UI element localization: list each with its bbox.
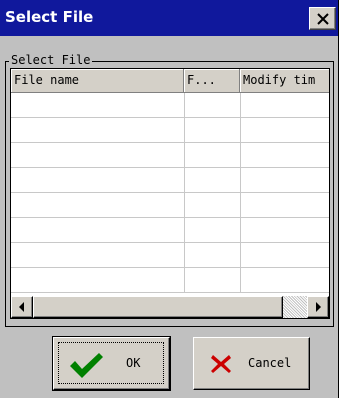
ok-button[interactable]: OK — [52, 336, 171, 391]
title-bar: Select File — [0, 0, 338, 36]
list-row[interactable] — [11, 143, 329, 168]
column-header-file-name[interactable]: File name — [11, 69, 184, 92]
arrow-left-icon — [19, 302, 24, 312]
close-icon — [317, 13, 329, 25]
group-label: Select File — [9, 53, 93, 67]
horizontal-scrollbar[interactable] — [11, 296, 329, 318]
list-header: File name F... Modify tim — [11, 69, 329, 93]
list-row[interactable] — [11, 268, 329, 293]
list-row[interactable] — [11, 168, 329, 193]
dialog-title: Select File — [5, 8, 94, 26]
ok-label: OK — [126, 356, 141, 370]
list-row[interactable] — [11, 218, 329, 243]
scroll-track[interactable] — [283, 296, 307, 318]
column-header-format[interactable]: F... — [184, 69, 240, 92]
arrow-right-icon — [316, 302, 321, 312]
column-divider — [184, 93, 185, 293]
checkmark-icon — [70, 353, 103, 378]
list-row[interactable] — [11, 118, 329, 143]
list-rows — [11, 93, 329, 293]
red-x-icon — [211, 355, 231, 373]
cancel-label: Cancel — [248, 356, 292, 370]
scroll-right-button[interactable] — [307, 296, 329, 318]
cancel-button[interactable]: Cancel — [193, 337, 310, 390]
column-divider — [240, 93, 241, 293]
scroll-thumb[interactable] — [33, 296, 283, 318]
file-list[interactable]: File name F... Modify tim — [10, 68, 330, 319]
close-button[interactable] — [309, 7, 336, 30]
list-row[interactable] — [11, 193, 329, 218]
list-row[interactable] — [11, 93, 329, 118]
list-row[interactable] — [11, 243, 329, 268]
select-file-dialog: Select File Select File File name F... M… — [0, 0, 339, 398]
scroll-left-button[interactable] — [11, 296, 33, 318]
column-header-modify-time[interactable]: Modify tim — [240, 69, 329, 92]
